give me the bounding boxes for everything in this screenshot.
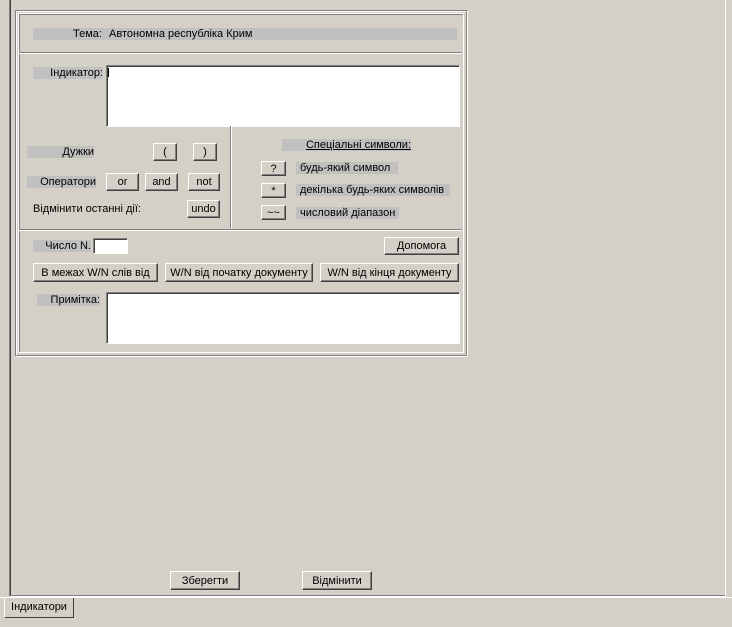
note-label: Примітка: bbox=[37, 294, 100, 306]
any-char-button[interactable]: ? bbox=[261, 161, 286, 176]
not-button[interactable]: not bbox=[188, 173, 220, 191]
range-desc: числовий діапазон bbox=[296, 207, 399, 219]
separator-vertical bbox=[230, 126, 232, 228]
help-button[interactable]: Допомога bbox=[384, 237, 459, 255]
undo-button[interactable]: undo bbox=[187, 200, 220, 218]
number-label: Число N. bbox=[33, 240, 91, 252]
indicator-label: Індикатор: bbox=[33, 67, 103, 79]
text-caret bbox=[108, 68, 109, 77]
number-input[interactable] bbox=[93, 238, 128, 254]
close-bracket-button[interactable]: ) bbox=[193, 143, 217, 161]
tab-strip-line bbox=[0, 597, 732, 598]
within-words-button[interactable]: В межах W/N слів від bbox=[33, 263, 158, 282]
note-textarea[interactable] bbox=[106, 292, 460, 344]
brackets-label: Дужки bbox=[27, 146, 94, 158]
or-button[interactable]: or bbox=[106, 173, 139, 191]
from-end-button[interactable]: W/N від кінця документу bbox=[320, 263, 459, 282]
theme-value: Автономна республіка Крим bbox=[109, 28, 253, 40]
any-char-desc: будь-який символ bbox=[296, 162, 398, 174]
undo-label: Відмінити останні дії: bbox=[33, 203, 141, 215]
theme-label: Тема: bbox=[73, 28, 102, 40]
special-symbols-title: Спеціальні символи: bbox=[282, 139, 411, 151]
range-button[interactable]: ~~ bbox=[261, 205, 286, 220]
tab-indicators[interactable]: Індикатори bbox=[4, 598, 74, 618]
open-bracket-button[interactable]: ( bbox=[153, 143, 177, 161]
separator-lower bbox=[19, 229, 462, 231]
many-chars-button[interactable]: * bbox=[261, 183, 286, 198]
cancel-button[interactable]: Відмінити bbox=[302, 571, 372, 590]
save-button[interactable]: Зберегти bbox=[170, 571, 240, 590]
and-button[interactable]: and bbox=[145, 173, 178, 191]
theme-row: Тема: Автономна республіка Крим bbox=[33, 28, 457, 40]
separator-top bbox=[19, 52, 462, 54]
from-start-button[interactable]: W/N від початку документу bbox=[165, 263, 313, 282]
many-chars-desc: декілька будь-яких символів bbox=[296, 184, 450, 196]
indicator-textarea[interactable] bbox=[106, 65, 460, 127]
operators-label: Оператори bbox=[27, 176, 96, 188]
